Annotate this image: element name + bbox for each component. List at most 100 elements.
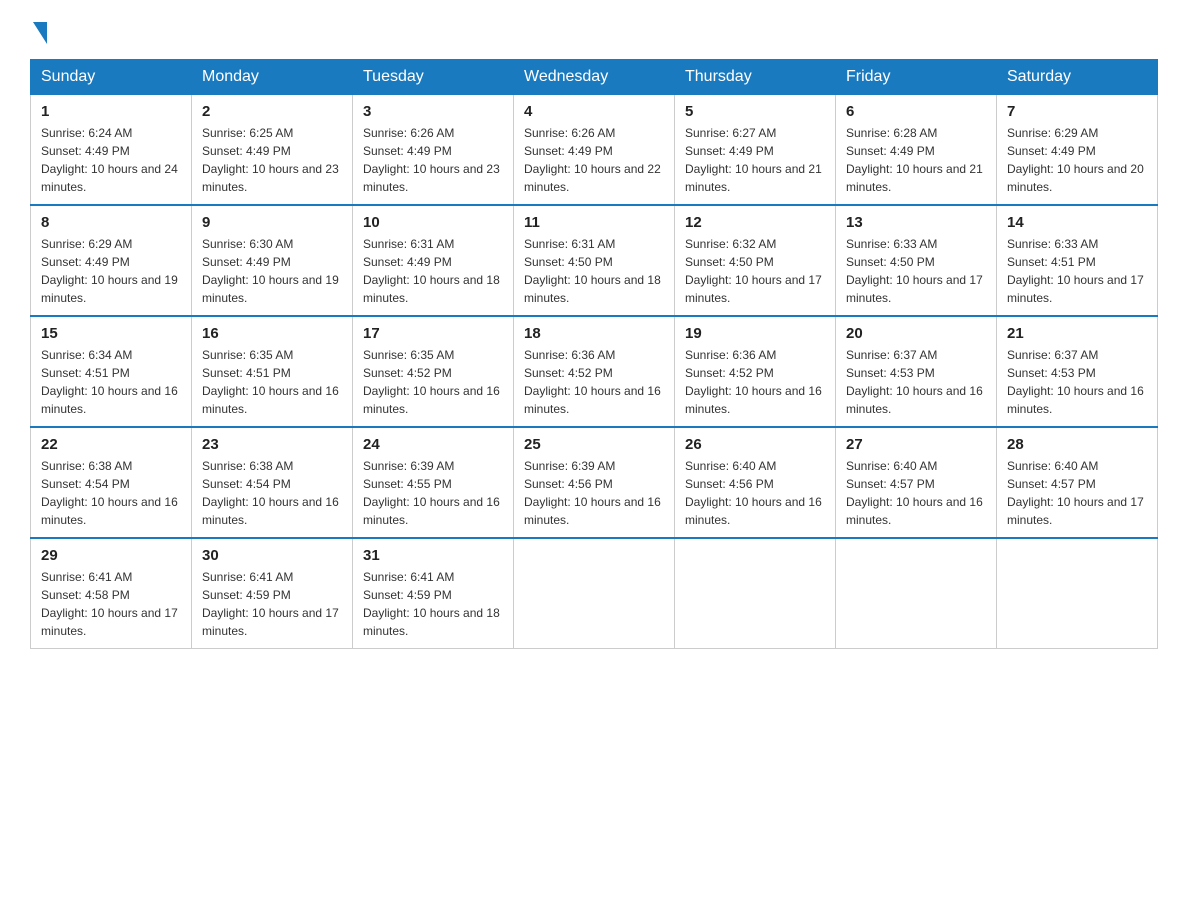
day-info: Sunrise: 6:37 AMSunset: 4:53 PMDaylight:…	[1007, 346, 1147, 418]
day-number: 11	[524, 214, 664, 231]
day-number: 22	[41, 436, 181, 453]
day-info: Sunrise: 6:39 AMSunset: 4:56 PMDaylight:…	[524, 457, 664, 529]
calendar-cell: 13Sunrise: 6:33 AMSunset: 4:50 PMDayligh…	[836, 205, 997, 316]
day-number: 21	[1007, 325, 1147, 342]
calendar-table: SundayMondayTuesdayWednesdayThursdayFrid…	[30, 59, 1158, 649]
calendar-header: SundayMondayTuesdayWednesdayThursdayFrid…	[31, 60, 1158, 95]
weekday-header-wednesday: Wednesday	[514, 60, 675, 95]
calendar-cell	[675, 538, 836, 649]
day-info: Sunrise: 6:33 AMSunset: 4:51 PMDaylight:…	[1007, 235, 1147, 307]
weekday-header-row: SundayMondayTuesdayWednesdayThursdayFrid…	[31, 60, 1158, 95]
calendar-cell: 7 Sunrise: 6:29 AMSunset: 4:49 PMDaylight…	[997, 95, 1158, 206]
day-info: Sunrise: 6:40 AMSunset: 4:57 PMDaylight:…	[1007, 457, 1147, 529]
calendar-cell: 17 Sunrise: 6:35 AMSunset: 4:52 PMDayligh…	[353, 316, 514, 427]
day-info: Sunrise: 6:25 AMSunset: 4:49 PMDaylight:…	[202, 124, 342, 196]
calendar-cell: 28 Sunrise: 6:40 AMSunset: 4:57 PMDayligh…	[997, 427, 1158, 538]
calendar-cell: 19 Sunrise: 6:36 AMSunset: 4:52 PMDayligh…	[675, 316, 836, 427]
day-info: Sunrise: 6:39 AMSunset: 4:55 PMDaylight:…	[363, 457, 503, 529]
logo-arrow-icon	[33, 22, 47, 44]
day-info: Sunrise: 6:24 AMSunset: 4:49 PMDaylight:…	[41, 124, 181, 196]
day-info: Sunrise: 6:27 AMSunset: 4:49 PMDaylight:…	[685, 124, 825, 196]
logo	[30, 20, 47, 44]
calendar-week-2: 8Sunrise: 6:29 AMSunset: 4:49 PMDaylight…	[31, 205, 1158, 316]
calendar-cell: 2 Sunrise: 6:25 AMSunset: 4:49 PMDaylight…	[192, 95, 353, 206]
day-info: Sunrise: 6:40 AMSunset: 4:56 PMDaylight:…	[685, 457, 825, 529]
day-number: 19	[685, 325, 825, 342]
day-info: Sunrise: 6:38 AMSunset: 4:54 PMDaylight:…	[41, 457, 181, 529]
day-info: Sunrise: 6:26 AMSunset: 4:49 PMDaylight:…	[363, 124, 503, 196]
calendar-cell: 6 Sunrise: 6:28 AMSunset: 4:49 PMDaylight…	[836, 95, 997, 206]
day-info: Sunrise: 6:31 AMSunset: 4:49 PMDaylight:…	[363, 235, 503, 307]
day-info: Sunrise: 6:29 AMSunset: 4:49 PMDaylight:…	[41, 235, 181, 307]
day-number: 26	[685, 436, 825, 453]
calendar-cell: 15 Sunrise: 6:34 AMSunset: 4:51 PMDayligh…	[31, 316, 192, 427]
day-number: 7	[1007, 103, 1147, 120]
calendar-cell	[997, 538, 1158, 649]
day-info: Sunrise: 6:36 AMSunset: 4:52 PMDaylight:…	[524, 346, 664, 418]
calendar-cell: 30 Sunrise: 6:41 AMSunset: 4:59 PMDayligh…	[192, 538, 353, 649]
calendar-cell: 31 Sunrise: 6:41 AMSunset: 4:59 PMDayligh…	[353, 538, 514, 649]
day-number: 20	[846, 325, 986, 342]
day-info: Sunrise: 6:34 AMSunset: 4:51 PMDaylight:…	[41, 346, 181, 418]
calendar-week-1: 1Sunrise: 6:24 AMSunset: 4:49 PMDaylight…	[31, 95, 1158, 206]
day-info: Sunrise: 6:30 AMSunset: 4:49 PMDaylight:…	[202, 235, 342, 307]
calendar-cell: 16Sunrise: 6:35 AMSunset: 4:51 PMDayligh…	[192, 316, 353, 427]
weekday-header-saturday: Saturday	[997, 60, 1158, 95]
calendar-cell: 20 Sunrise: 6:37 AMSunset: 4:53 PMDayligh…	[836, 316, 997, 427]
calendar-cell: 12Sunrise: 6:32 AMSunset: 4:50 PMDayligh…	[675, 205, 836, 316]
day-number: 13	[846, 214, 986, 231]
weekday-header-sunday: Sunday	[31, 60, 192, 95]
day-number: 2	[202, 103, 342, 120]
calendar-cell: 9 Sunrise: 6:30 AMSunset: 4:49 PMDaylight…	[192, 205, 353, 316]
calendar-cell	[836, 538, 997, 649]
day-info: Sunrise: 6:36 AMSunset: 4:52 PMDaylight:…	[685, 346, 825, 418]
calendar-body: 1Sunrise: 6:24 AMSunset: 4:49 PMDaylight…	[31, 95, 1158, 649]
day-number: 9	[202, 214, 342, 231]
calendar-cell: 24Sunrise: 6:39 AMSunset: 4:55 PMDayligh…	[353, 427, 514, 538]
day-info: Sunrise: 6:37 AMSunset: 4:53 PMDaylight:…	[846, 346, 986, 418]
weekday-header-tuesday: Tuesday	[353, 60, 514, 95]
calendar-cell: 29Sunrise: 6:41 AMSunset: 4:58 PMDayligh…	[31, 538, 192, 649]
calendar-cell: 18 Sunrise: 6:36 AMSunset: 4:52 PMDayligh…	[514, 316, 675, 427]
calendar-cell: 4Sunrise: 6:26 AMSunset: 4:49 PMDaylight…	[514, 95, 675, 206]
calendar-cell: 23Sunrise: 6:38 AMSunset: 4:54 PMDayligh…	[192, 427, 353, 538]
calendar-week-4: 22 Sunrise: 6:38 AMSunset: 4:54 PMDayligh…	[31, 427, 1158, 538]
day-info: Sunrise: 6:35 AMSunset: 4:52 PMDaylight:…	[363, 346, 503, 418]
day-info: Sunrise: 6:41 AMSunset: 4:59 PMDaylight:…	[202, 568, 342, 640]
day-info: Sunrise: 6:29 AMSunset: 4:49 PMDaylight:…	[1007, 124, 1147, 196]
calendar-cell: 5 Sunrise: 6:27 AMSunset: 4:49 PMDaylight…	[675, 95, 836, 206]
day-info: Sunrise: 6:28 AMSunset: 4:49 PMDaylight:…	[846, 124, 986, 196]
calendar-week-5: 29Sunrise: 6:41 AMSunset: 4:58 PMDayligh…	[31, 538, 1158, 649]
day-info: Sunrise: 6:41 AMSunset: 4:59 PMDaylight:…	[363, 568, 503, 640]
day-number: 14	[1007, 214, 1147, 231]
calendar-cell: 11 Sunrise: 6:31 AMSunset: 4:50 PMDayligh…	[514, 205, 675, 316]
calendar-cell: 8Sunrise: 6:29 AMSunset: 4:49 PMDaylight…	[31, 205, 192, 316]
day-number: 5	[685, 103, 825, 120]
day-number: 30	[202, 547, 342, 564]
day-info: Sunrise: 6:38 AMSunset: 4:54 PMDaylight:…	[202, 457, 342, 529]
day-number: 18	[524, 325, 664, 342]
day-number: 10	[363, 214, 503, 231]
day-info: Sunrise: 6:31 AMSunset: 4:50 PMDaylight:…	[524, 235, 664, 307]
day-number: 25	[524, 436, 664, 453]
day-number: 28	[1007, 436, 1147, 453]
day-number: 3	[363, 103, 503, 120]
calendar-cell	[514, 538, 675, 649]
day-info: Sunrise: 6:32 AMSunset: 4:50 PMDaylight:…	[685, 235, 825, 307]
weekday-header-monday: Monday	[192, 60, 353, 95]
calendar-cell: 21 Sunrise: 6:37 AMSunset: 4:53 PMDayligh…	[997, 316, 1158, 427]
page-header	[30, 20, 1158, 44]
weekday-header-friday: Friday	[836, 60, 997, 95]
day-info: Sunrise: 6:26 AMSunset: 4:49 PMDaylight:…	[524, 124, 664, 196]
calendar-cell: 1Sunrise: 6:24 AMSunset: 4:49 PMDaylight…	[31, 95, 192, 206]
calendar-cell: 26 Sunrise: 6:40 AMSunset: 4:56 PMDayligh…	[675, 427, 836, 538]
weekday-header-thursday: Thursday	[675, 60, 836, 95]
day-number: 27	[846, 436, 986, 453]
day-number: 31	[363, 547, 503, 564]
calendar-cell: 27Sunrise: 6:40 AMSunset: 4:57 PMDayligh…	[836, 427, 997, 538]
calendar-cell: 10 Sunrise: 6:31 AMSunset: 4:49 PMDayligh…	[353, 205, 514, 316]
day-number: 17	[363, 325, 503, 342]
day-number: 15	[41, 325, 181, 342]
day-number: 6	[846, 103, 986, 120]
calendar-cell: 14 Sunrise: 6:33 AMSunset: 4:51 PMDayligh…	[997, 205, 1158, 316]
